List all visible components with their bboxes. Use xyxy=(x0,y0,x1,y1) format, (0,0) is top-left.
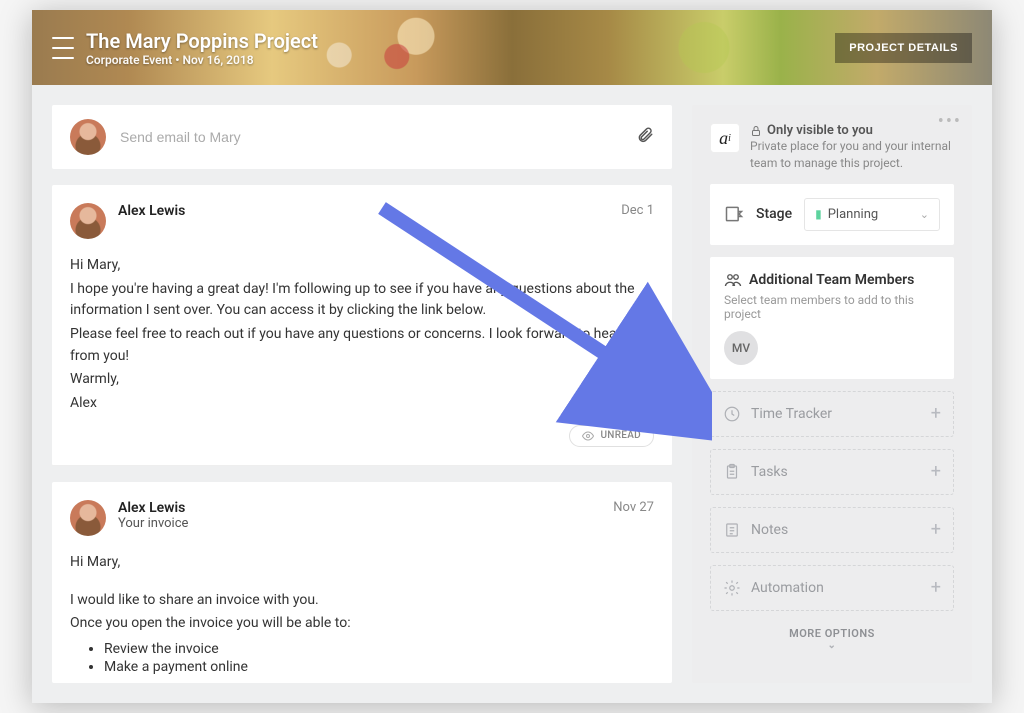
plus-icon: + xyxy=(931,405,941,423)
visibility-title: Only visible to you xyxy=(750,123,954,138)
message-date: Nov 27 xyxy=(613,500,654,515)
project-subtitle: Corporate Event • Nov 16, 2018 xyxy=(86,53,318,67)
menu-icon[interactable] xyxy=(52,37,74,59)
project-title: The Mary Poppins Project xyxy=(86,29,318,53)
stage-label: Stage xyxy=(756,206,792,222)
attachment-icon[interactable] xyxy=(636,126,654,149)
plus-icon: + xyxy=(931,521,941,539)
message-author: Alex Lewis xyxy=(118,500,188,516)
avatar xyxy=(70,500,106,536)
plus-icon: + xyxy=(931,463,941,481)
stage-icon xyxy=(724,204,744,224)
message[interactable]: Alex Lewis Your invoice Nov 27 Hi Mary, … xyxy=(52,482,672,683)
message-author: Alex Lewis xyxy=(118,203,185,219)
project-hero: The Mary Poppins Project Corporate Event… xyxy=(32,10,992,85)
unread-badge[interactable]: UNREAD xyxy=(569,425,654,447)
flag-icon: ▮ xyxy=(815,207,822,221)
more-menu-icon[interactable]: ••• xyxy=(938,111,962,132)
lock-icon xyxy=(750,125,762,137)
visibility-desc: Private place for you and your internal … xyxy=(750,138,954,172)
team-icon xyxy=(724,271,742,289)
team-member-avatar[interactable]: MV xyxy=(724,331,758,365)
sidebar-tool-notes[interactable]: Notes + xyxy=(710,507,954,553)
sidebar-tool-automation[interactable]: Automation + xyxy=(710,565,954,611)
sidebar-tool-tasks[interactable]: Tasks + xyxy=(710,449,954,495)
message-subject: Your invoice xyxy=(118,516,188,531)
team-panel: Additional Team Members Select team memb… xyxy=(710,257,954,379)
avatar xyxy=(70,119,106,155)
chevron-down-icon: ⌄ xyxy=(920,208,929,221)
message-date: Dec 1 xyxy=(621,203,654,218)
message-body: Hi Mary, I hope you're having a great da… xyxy=(70,255,654,415)
compose-email[interactable] xyxy=(52,105,672,169)
compose-input[interactable] xyxy=(120,129,622,145)
message[interactable]: Alex Lewis Dec 1 Hi Mary, I hope you're … xyxy=(52,185,672,466)
stage-select[interactable]: ▮ Planning ⌄ xyxy=(804,198,940,231)
clipboard-icon xyxy=(723,463,741,481)
message-bullets: Review the invoice Make a payment online xyxy=(104,641,654,675)
plus-icon: + xyxy=(931,579,941,597)
stage-panel: Stage ▮ Planning ⌄ xyxy=(710,184,954,245)
notes-icon xyxy=(723,521,741,539)
brand-logo: ai xyxy=(710,123,740,153)
message-body: Hi Mary, I would like to share an invoic… xyxy=(70,552,654,635)
project-details-button[interactable]: PROJECT DETAILS xyxy=(835,33,972,63)
chevron-down-icon: ⌄ xyxy=(710,640,954,651)
sidebar-tool-time-tracker[interactable]: Time Tracker + xyxy=(710,391,954,437)
clock-icon xyxy=(723,405,741,423)
more-options-button[interactable]: MORE OPTIONS ⌄ xyxy=(710,627,954,651)
gear-icon xyxy=(723,579,741,597)
sidebar: ••• ai Only visible to you Private place… xyxy=(692,105,972,683)
team-title: Additional Team Members xyxy=(749,272,914,288)
avatar xyxy=(70,203,106,239)
team-desc: Select team members to add to this proje… xyxy=(724,293,940,321)
